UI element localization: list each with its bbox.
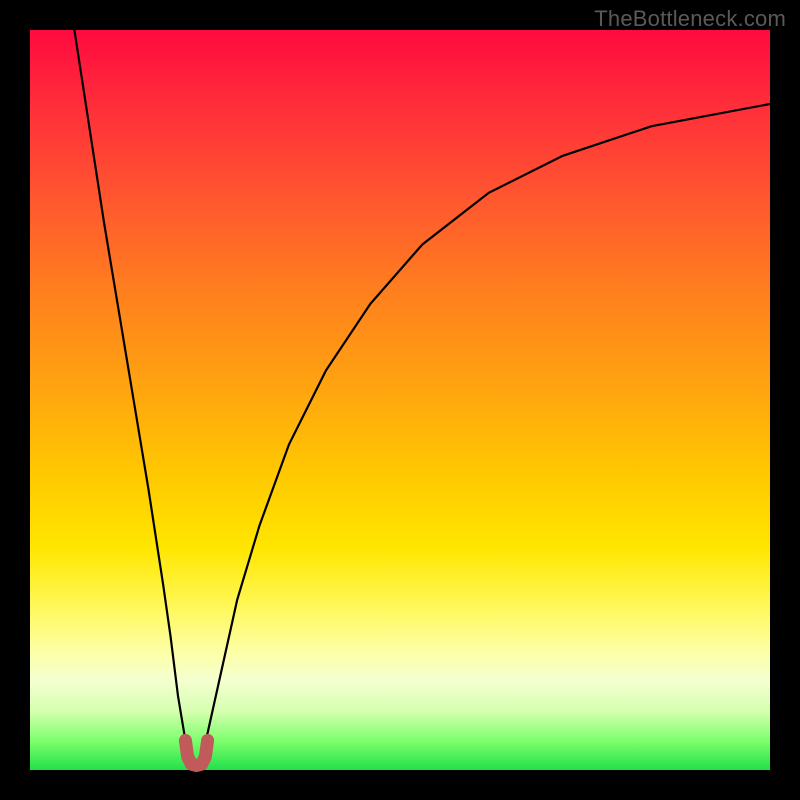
curve-svg bbox=[30, 30, 770, 770]
minimum-marker bbox=[185, 740, 207, 765]
watermark-text: TheBottleneck.com bbox=[594, 6, 786, 32]
chart-frame: TheBottleneck.com bbox=[0, 0, 800, 800]
curve-right-branch bbox=[200, 104, 770, 763]
curve-left-branch bbox=[74, 30, 192, 763]
plot-area bbox=[30, 30, 770, 770]
